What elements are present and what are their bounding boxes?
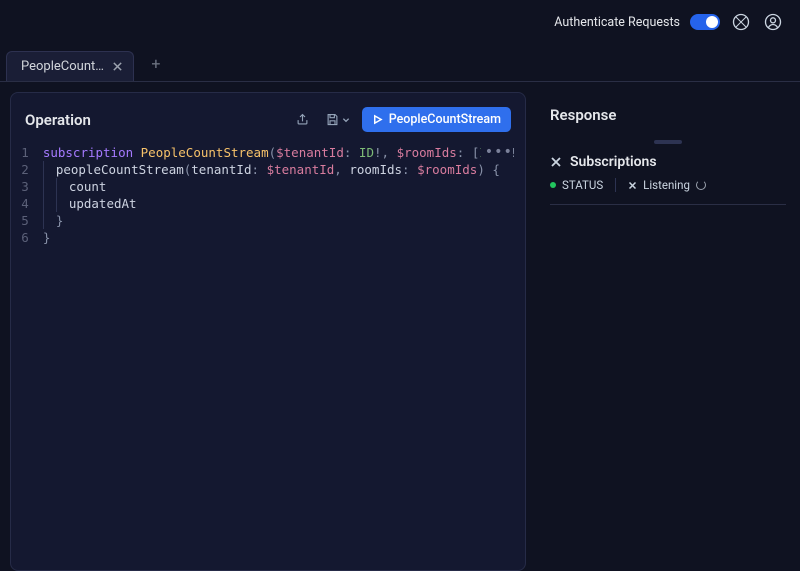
line-number: 6 bbox=[11, 229, 29, 246]
tabs-row: PeopleCount… + bbox=[0, 44, 800, 82]
help-icon[interactable] bbox=[730, 11, 752, 33]
save-icon[interactable] bbox=[322, 109, 354, 131]
tab-label: PeopleCount… bbox=[21, 59, 104, 74]
code-line[interactable]: subscription PeopleCountStream($tenantId… bbox=[43, 144, 517, 161]
run-button-label: PeopleCountStream bbox=[389, 112, 501, 127]
status-row: STATUS Listening bbox=[550, 178, 786, 205]
line-number: 1 bbox=[11, 144, 29, 161]
spinner-icon bbox=[696, 180, 706, 190]
line-number: 2 bbox=[11, 161, 29, 178]
tab-people-count[interactable]: PeopleCount… bbox=[6, 51, 134, 81]
response-panel: Response Subscriptions STATUS Listening bbox=[526, 82, 800, 571]
status-dot-icon bbox=[550, 182, 556, 188]
profile-icon[interactable] bbox=[762, 11, 784, 33]
code-line[interactable]: updatedAt bbox=[43, 195, 517, 212]
share-icon[interactable] bbox=[292, 109, 314, 131]
status-label: STATUS bbox=[562, 178, 603, 192]
line-number: 3 bbox=[11, 178, 29, 195]
run-button[interactable]: PeopleCountStream bbox=[362, 107, 511, 132]
operation-actions: PeopleCountStream bbox=[292, 107, 511, 132]
line-gutter: 123456 bbox=[11, 144, 43, 246]
close-icon[interactable] bbox=[112, 61, 123, 72]
play-icon bbox=[372, 114, 383, 125]
operation-title: Operation bbox=[25, 111, 91, 129]
chevron-down-icon bbox=[342, 116, 350, 124]
operation-card: Operation bbox=[10, 92, 526, 571]
close-icon[interactable] bbox=[550, 156, 562, 168]
operation-panel: Operation bbox=[0, 82, 526, 571]
workspace: Operation bbox=[0, 82, 800, 571]
topbar: Authenticate Requests bbox=[0, 0, 800, 44]
line-number: 4 bbox=[11, 195, 29, 212]
drag-handle-icon[interactable] bbox=[654, 140, 682, 144]
code-line[interactable]: } bbox=[43, 229, 517, 246]
subscriptions-header: Subscriptions bbox=[550, 154, 786, 170]
add-tab-button[interactable]: + bbox=[142, 49, 170, 77]
overflow-icon[interactable]: ••• bbox=[481, 144, 513, 161]
subscriptions-label: Subscriptions bbox=[570, 154, 657, 170]
auth-requests-toggle[interactable] bbox=[690, 14, 720, 30]
auth-requests-label: Authenticate Requests bbox=[554, 15, 680, 30]
status-chip: STATUS bbox=[550, 178, 603, 192]
listening-chip: Listening bbox=[628, 178, 706, 192]
close-icon[interactable] bbox=[628, 181, 637, 190]
code-line[interactable]: } bbox=[43, 212, 517, 229]
line-number: 5 bbox=[11, 212, 29, 229]
listening-label: Listening bbox=[643, 178, 690, 192]
divider bbox=[615, 178, 616, 192]
operation-header: Operation bbox=[11, 93, 525, 142]
response-title: Response bbox=[550, 106, 786, 124]
code-editor[interactable]: 123456 subscription PeopleCountStream($t… bbox=[11, 142, 525, 248]
code-line[interactable]: count bbox=[43, 178, 517, 195]
code-area[interactable]: subscription PeopleCountStream($tenantId… bbox=[43, 144, 525, 246]
code-line[interactable]: peopleCountStream(tenantId: $tenantId, r… bbox=[43, 161, 517, 178]
